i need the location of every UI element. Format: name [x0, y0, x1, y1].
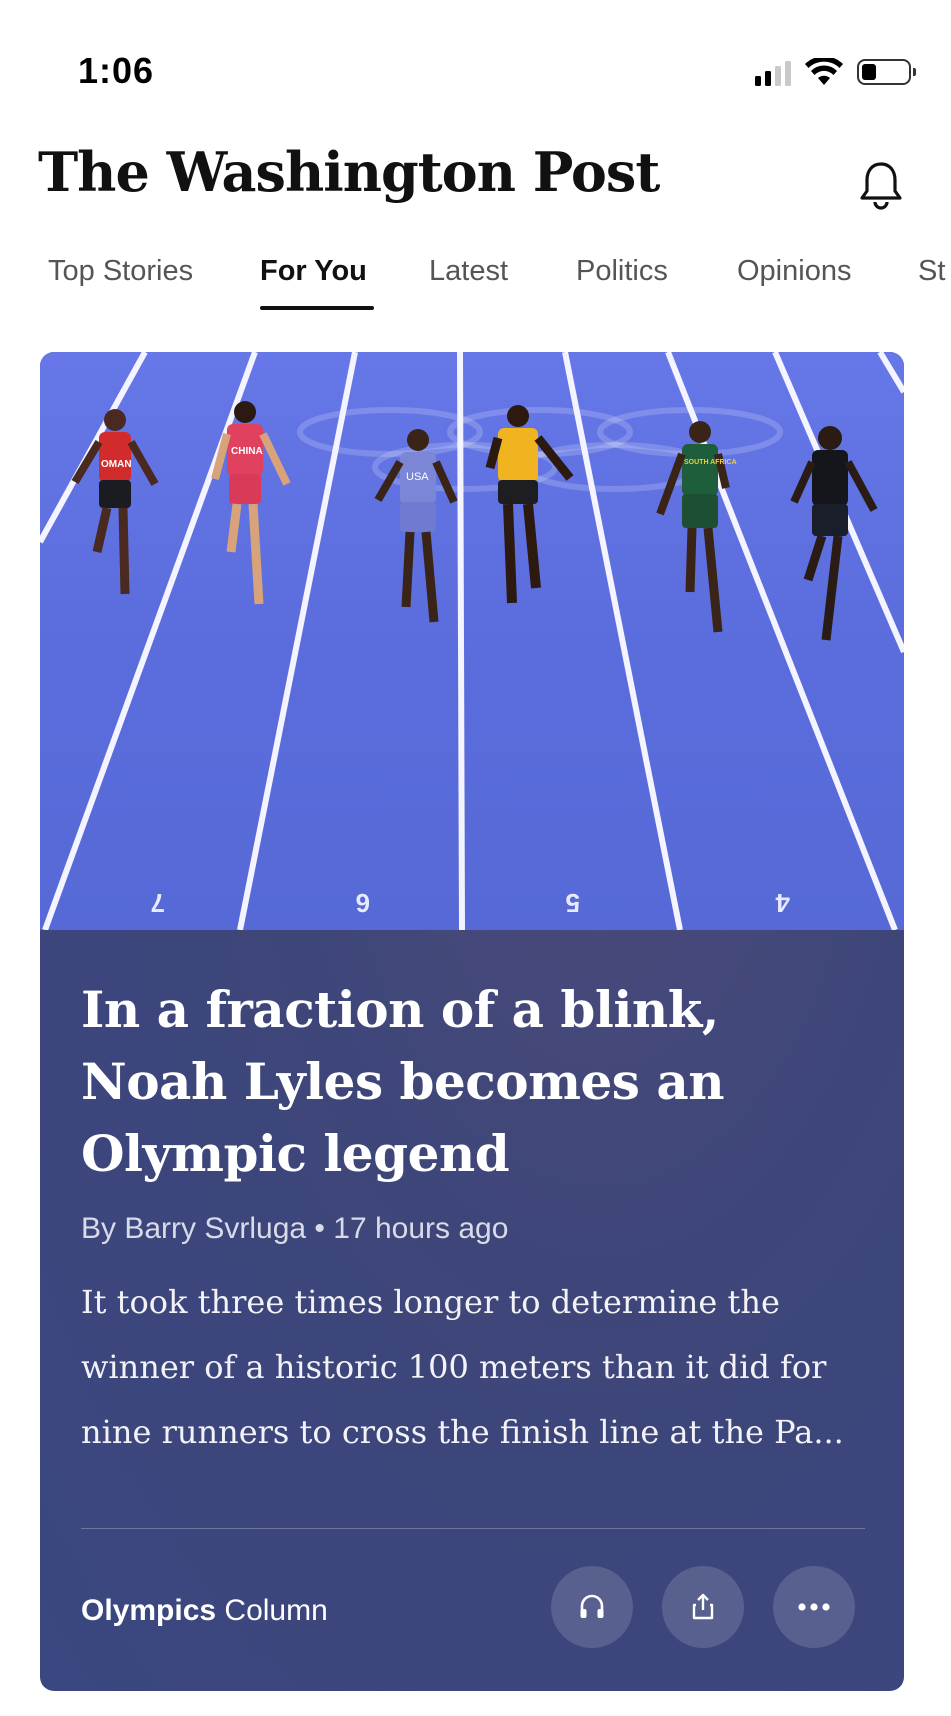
more-options-button[interactable]	[773, 1566, 855, 1648]
article-author[interactable]: By Barry Svrluga	[81, 1212, 306, 1245]
bib-usa: USA	[406, 471, 429, 483]
tab-politics[interactable]: Politics	[576, 255, 668, 288]
article-section-label[interactable]: Olympics Column	[81, 1594, 328, 1628]
card-divider	[81, 1528, 865, 1529]
article-card[interactable]: 7 6 5 4 OMAN CHINA USA SOUTH AFRICA In a…	[40, 352, 904, 1691]
article-summary[interactable]: It took three times longer to determine …	[81, 1270, 871, 1465]
tab-for-you[interactable]: For You	[260, 255, 367, 288]
status-bar: 1:06	[0, 0, 951, 120]
lane-number-4: 4	[775, 888, 790, 918]
bib-oman: OMAN	[101, 459, 132, 470]
wifi-icon	[805, 58, 843, 85]
share-icon	[692, 1593, 714, 1620]
more-icon	[798, 1603, 830, 1611]
article-age: 17 hours ago	[333, 1212, 509, 1245]
bib-south-africa: SOUTH AFRICA	[684, 459, 737, 466]
tab-top-stories[interactable]: Top Stories	[48, 255, 193, 288]
section-tabs: Top Stories For You Latest Politics Opin…	[0, 255, 951, 315]
cellular-signal-icon	[755, 58, 791, 86]
section-name: Olympics	[81, 1594, 217, 1627]
article-kind: Column	[224, 1594, 328, 1627]
battery-icon	[857, 59, 916, 85]
lane-number-6: 6	[356, 888, 370, 918]
article-byline: By Barry Svrluga • 17 hours ago	[81, 1212, 508, 1246]
hero-image[interactable]: 7 6 5 4 OMAN CHINA USA SOUTH AFRICA	[40, 352, 904, 930]
status-time: 1:06	[78, 50, 155, 91]
article-headline[interactable]: In a fraction of a blink, Noah Lyles bec…	[81, 974, 871, 1190]
masthead-logo: The Washington Post	[38, 140, 660, 204]
tab-latest[interactable]: Latest	[429, 255, 508, 288]
share-button[interactable]	[662, 1566, 744, 1648]
tab-opinions[interactable]: Opinions	[737, 255, 851, 288]
status-icons	[755, 56, 916, 88]
active-tab-indicator	[260, 306, 374, 310]
lane-number-5: 5	[566, 888, 580, 918]
byline-separator: •	[314, 1212, 325, 1245]
bib-china: CHINA	[231, 446, 263, 457]
notifications-bell-icon[interactable]	[858, 160, 904, 210]
lane-number-7: 7	[151, 888, 165, 918]
listen-button[interactable]	[551, 1566, 633, 1648]
headphones-icon	[580, 1594, 604, 1618]
tab-partial[interactable]: St	[918, 255, 945, 288]
